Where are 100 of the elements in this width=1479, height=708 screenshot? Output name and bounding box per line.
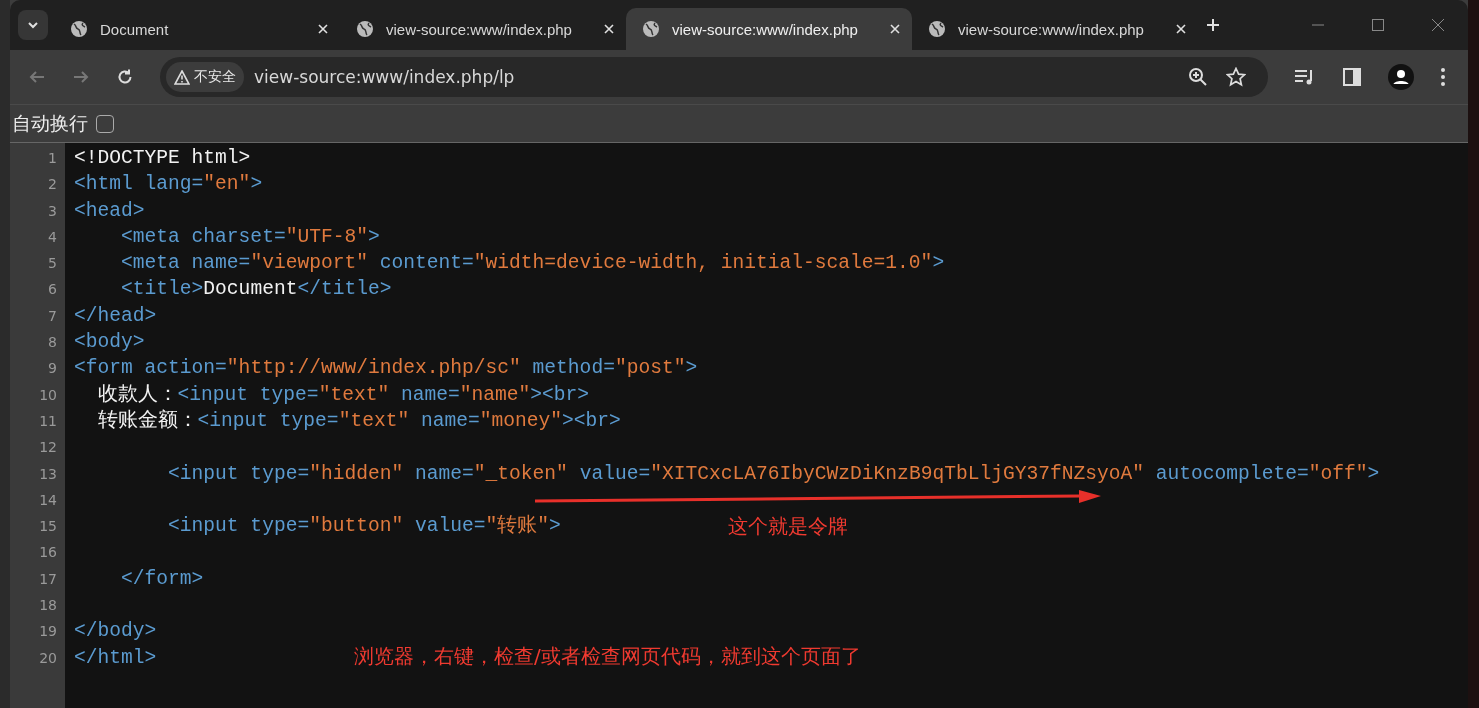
globe-icon xyxy=(928,20,946,38)
code-text: 转账金额： xyxy=(96,408,198,434)
code-text: 收款人： xyxy=(96,382,178,408)
code-text: autocomplete= xyxy=(1154,461,1309,487)
annotation-text: 这个就是令牌 xyxy=(728,513,848,540)
code-text: > xyxy=(367,224,380,250)
new-tab-icon[interactable] xyxy=(1206,18,1220,32)
line-number: 12 xyxy=(38,438,58,458)
code-text: "post" xyxy=(614,356,686,382)
more-menu-icon[interactable] xyxy=(1440,67,1446,87)
code-text: </html> xyxy=(74,645,157,671)
code-text: </form> xyxy=(120,566,204,592)
code-text: <input type= xyxy=(197,408,339,434)
code-text: "hidden" xyxy=(309,461,404,487)
code-text: <html lang= xyxy=(74,172,204,198)
code-text: value= xyxy=(414,514,486,540)
line-number: 4 xyxy=(47,227,58,247)
close-tab-icon[interactable] xyxy=(1176,24,1186,34)
annotation-text: 浏览器，右键，检查/或者检查网页代码，就到这个页面了 xyxy=(354,643,861,670)
address-bar[interactable]: 不安全 view-source:www/index.php/lp xyxy=(160,57,1268,97)
code-text: > xyxy=(549,514,561,540)
line-number: 9 xyxy=(47,359,58,379)
line-number: 20 xyxy=(38,648,58,668)
globe-icon xyxy=(70,20,88,38)
line-number: 16 xyxy=(38,543,58,563)
tab-title: view-source:www/index.php xyxy=(386,20,573,38)
security-chip[interactable]: 不安全 xyxy=(166,62,244,92)
line-number: 15 xyxy=(38,517,58,537)
code-text: </body> xyxy=(74,619,157,645)
code-text: name= xyxy=(414,461,474,487)
line-number: 18 xyxy=(38,596,58,616)
side-panel-icon[interactable] xyxy=(1342,67,1362,87)
security-label: 不安全 xyxy=(194,68,236,86)
warning-icon xyxy=(174,69,190,85)
browser-tab[interactable]: view-source:www/index.php xyxy=(340,8,626,50)
globe-icon xyxy=(642,20,660,38)
code-text: "en" xyxy=(203,172,251,198)
code-text: <title> xyxy=(120,277,204,303)
line-wrap-label: 自动换行 xyxy=(12,110,88,136)
code-text: "转账" xyxy=(485,513,550,540)
code-text: <meta name= xyxy=(120,251,251,277)
tab-title: Document xyxy=(100,20,170,38)
code-text: <meta charset= xyxy=(120,224,286,250)
profile-avatar-icon[interactable] xyxy=(1388,64,1414,90)
code-text: name= xyxy=(399,382,460,408)
code-text: "UTF-8" xyxy=(285,224,368,250)
code-text: "http://www/index.php/sc" xyxy=(226,356,521,382)
line-number: 3 xyxy=(47,201,58,221)
zoom-icon[interactable] xyxy=(1188,67,1208,87)
code-text: "text" xyxy=(338,408,410,434)
line-number: 14 xyxy=(38,490,58,510)
line-number: 10 xyxy=(38,385,58,405)
close-tab-icon[interactable] xyxy=(890,24,900,34)
line-number: 11 xyxy=(38,411,58,431)
bookmark-star-icon[interactable] xyxy=(1226,67,1246,87)
code-text: </title> xyxy=(297,277,392,303)
line-number: 2 xyxy=(47,175,58,195)
maximize-icon[interactable] xyxy=(1370,17,1386,33)
line-wrap-checkbox[interactable] xyxy=(96,114,114,133)
globe-icon xyxy=(356,20,374,38)
code-text: "money" xyxy=(479,408,563,434)
close-tab-icon[interactable] xyxy=(318,24,328,34)
line-number: 8 xyxy=(47,333,58,353)
code-text: "viewport" xyxy=(250,251,368,277)
browser-tab[interactable]: Document xyxy=(54,8,340,50)
line-number: 19 xyxy=(38,622,58,642)
code-text: "_token" xyxy=(473,461,568,487)
code-text: <input type= xyxy=(167,514,310,540)
line-number: 17 xyxy=(38,569,58,589)
line-number: 7 xyxy=(47,306,58,326)
code-text: name= xyxy=(419,408,480,434)
code-text: <form action= xyxy=(74,356,227,382)
tab-title: view-source:www/index.php xyxy=(958,20,1145,38)
code-text: "XITCxcLA76IbyCWzDiKnzB9qTbLljGY37fNZsyoA" xyxy=(650,461,1145,487)
code-text: "width=device-width, initial-scale=1.0" xyxy=(473,251,933,277)
code-text: "off" xyxy=(1308,461,1368,487)
code-text: ><br> xyxy=(530,382,590,408)
line-number: 6 xyxy=(47,280,58,300)
line-number: 13 xyxy=(38,464,58,484)
url-text: view-source:www/index.php/lp xyxy=(254,67,515,87)
reload-icon[interactable] xyxy=(116,68,134,86)
browser-tab[interactable]: view-source:www/index.php xyxy=(912,8,1198,50)
tab-search-button[interactable] xyxy=(18,10,48,40)
code-text: value= xyxy=(578,461,651,487)
code-text: "text" xyxy=(318,382,390,408)
code-text: > xyxy=(932,251,945,277)
code-text: <body> xyxy=(74,330,145,356)
line-number: 5 xyxy=(47,254,58,274)
tab-title: view-source:www/index.php xyxy=(672,20,859,38)
close-icon[interactable] xyxy=(1430,17,1446,33)
code-text: ><br> xyxy=(562,408,621,434)
code-text: "name" xyxy=(459,382,531,408)
code-text: Document xyxy=(203,277,298,303)
code-text: <head> xyxy=(74,198,145,224)
code-text: <input type= xyxy=(167,461,310,487)
code-text: </head> xyxy=(74,303,157,329)
code-text: <input type= xyxy=(177,382,319,408)
browser-tab[interactable]: view-source:www/index.php xyxy=(626,8,912,50)
close-tab-icon[interactable] xyxy=(604,24,614,34)
code-text: <!DOCTYPE html> xyxy=(74,146,251,171)
